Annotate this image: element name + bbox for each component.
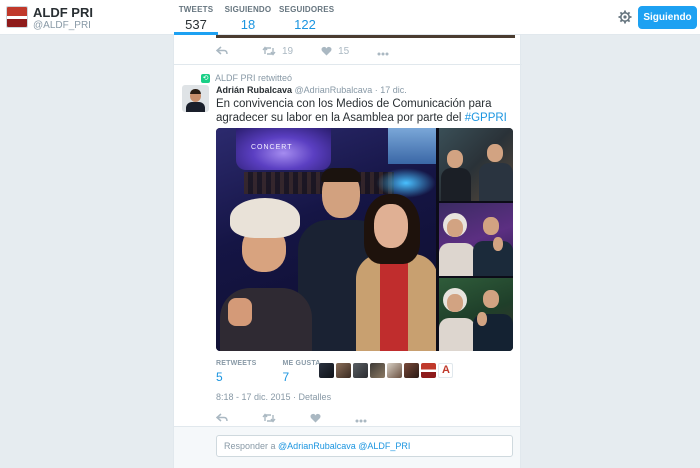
nav-followers-label: SEGUIDORES — [279, 5, 335, 14]
tweet-header: Adrián Rubalcava @AdrianRubalcava · 17 d… — [216, 85, 407, 95]
reply-input[interactable]: Responder a @AdrianRubalcava @ALDF_PRI — [216, 435, 513, 457]
retweet-badge-icon: ⟲ — [201, 73, 210, 83]
reply-icon — [215, 44, 228, 59]
tweet-divider — [174, 64, 522, 65]
reply-area: Responder a @AdrianRubalcava @ALDF_PRI — [174, 426, 520, 468]
liker-avatar[interactable] — [353, 363, 368, 378]
like-count: 15 — [338, 46, 350, 57]
more-action[interactable] — [377, 44, 395, 59]
tweet-actions — [215, 411, 401, 426]
photo-main[interactable]: CONCERT — [216, 128, 436, 351]
retweet-note-text[interactable]: ALDF PRI retwitteó — [215, 73, 292, 83]
nav-tweets-count: 537 — [185, 17, 207, 32]
retweets-stat[interactable]: RETWEETS 5 — [216, 360, 257, 384]
more-action[interactable] — [355, 411, 373, 426]
liker-avatar[interactable] — [370, 363, 385, 378]
photo-side-2[interactable] — [439, 203, 513, 276]
reply-mentions: @AdrianRubalcava @ALDF_PRI — [278, 441, 411, 451]
reply-prefix: Responder a — [224, 441, 279, 451]
tweet-date[interactable]: 17 dic. — [380, 85, 407, 95]
heart-icon — [310, 411, 321, 426]
nav-following-count: 18 — [240, 17, 256, 32]
author-avatar[interactable] — [182, 85, 209, 112]
profile-handle[interactable]: @ALDF_PRI — [33, 20, 91, 31]
retweet-action[interactable]: 19 — [262, 44, 293, 59]
liker-avatar[interactable] — [404, 363, 419, 378]
nav-following-label: SIGUIENDO — [224, 5, 272, 14]
nav-tweets-label: TWEETS — [178, 5, 214, 14]
retweets-stat-label: RETWEETS — [216, 360, 257, 367]
profile-name[interactable]: ALDF PRI — [33, 5, 93, 20]
nav-followers-count: 122 — [294, 17, 316, 32]
retweet-note: ⟲ ALDF PRI retwitteó — [201, 73, 292, 83]
liker-avatar[interactable] — [421, 363, 436, 378]
liker-avatar[interactable] — [387, 363, 402, 378]
likes-stat-value: 7 — [282, 370, 290, 384]
author-handle[interactable]: @AdrianRubalcava — [295, 85, 373, 95]
reply-icon — [215, 411, 228, 426]
retweet-count: 19 — [282, 46, 294, 57]
retweet-icon — [262, 44, 276, 59]
likes-stat-label: ME GUSTA — [282, 360, 321, 367]
tweet-timestamp[interactable]: 8:18 - 17 dic. 2015 · Detalles — [216, 392, 331, 402]
retweet-action[interactable] — [262, 411, 282, 426]
retweets-stat-value: 5 — [216, 370, 223, 384]
liker-avatar[interactable] — [319, 363, 334, 378]
previous-tweet-image[interactable] — [216, 35, 515, 38]
reply-action[interactable] — [215, 44, 234, 59]
previous-tweet-actions: 19 15 — [215, 44, 423, 59]
likers-avatars: A — [319, 363, 455, 378]
photo-side-1[interactable] — [439, 128, 513, 201]
gear-icon[interactable] — [618, 10, 632, 24]
hashtag-link[interactable]: #GPPRI — [465, 112, 507, 124]
likes-stat[interactable]: ME GUSTA 7 — [283, 360, 321, 384]
dot-separator: · — [374, 85, 378, 95]
reply-action[interactable] — [215, 411, 234, 426]
like-action[interactable] — [310, 411, 327, 426]
photo-side-3[interactable] — [439, 278, 513, 351]
tweet-text: En convivencia con los Medios de Comunic… — [216, 97, 516, 125]
author-name[interactable]: Adrián Rubalcava — [216, 85, 292, 95]
more-icon — [377, 44, 389, 59]
heart-icon — [321, 44, 332, 59]
profile-nav-bar: ALDF PRI @ALDF_PRI TWEETS 537 SIGUIENDO … — [0, 0, 700, 35]
nav-following[interactable]: SIGUIENDO 18 — [223, 5, 273, 32]
more-icon — [355, 411, 367, 426]
timeline-column: 19 15 ⟲ ALDF PRI retwitteó Adrián Rubalc… — [173, 35, 522, 468]
following-button[interactable]: Siguiendo — [638, 6, 697, 29]
tweet-media-grid: CONCERT — [216, 128, 513, 351]
like-action[interactable]: 15 — [321, 44, 349, 59]
nav-tweets[interactable]: TWEETS 537 — [174, 5, 218, 35]
liker-avatar[interactable] — [336, 363, 351, 378]
tweet-text-body: En convivencia con los Medios de Comunic… — [216, 98, 492, 124]
nav-followers[interactable]: SEGUIDORES 122 — [279, 5, 335, 32]
liker-avatar[interactable]: A — [438, 363, 453, 378]
profile-avatar[interactable] — [6, 6, 28, 28]
retweet-icon — [262, 411, 276, 426]
